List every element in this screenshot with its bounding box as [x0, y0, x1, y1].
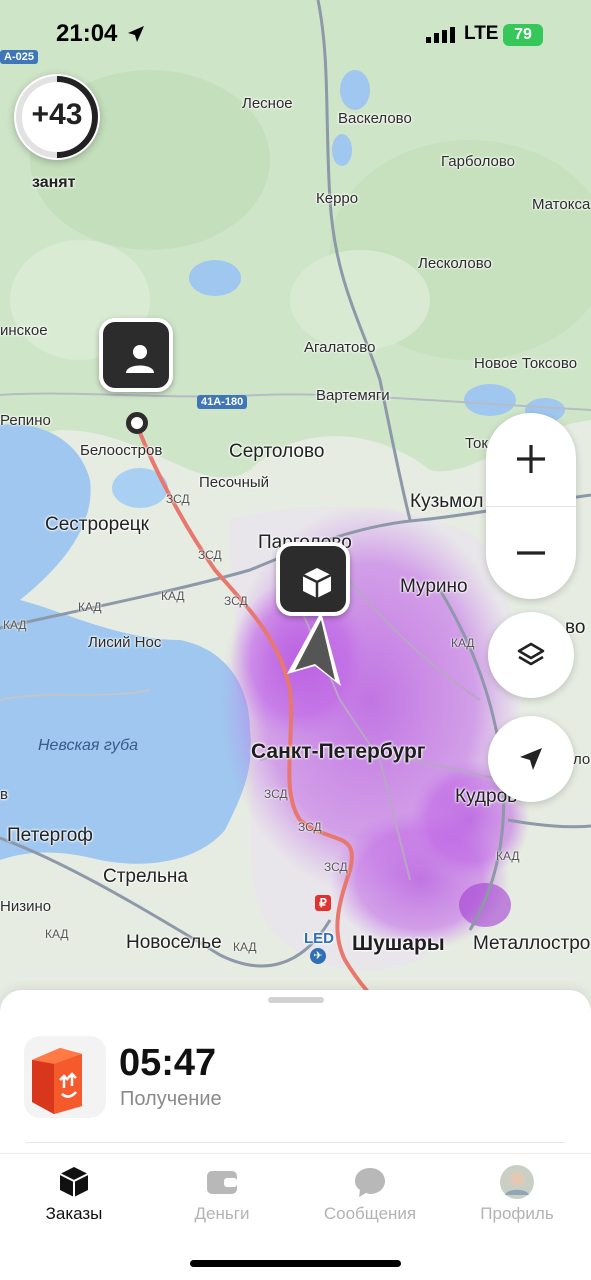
wallet-icon	[207, 1171, 237, 1194]
road-label-zsd-3: ЗСД	[224, 594, 248, 608]
layers-button[interactable]	[488, 612, 574, 698]
place-leskolovo: Лесколово	[418, 255, 492, 272]
place-peterhof: Петергоф	[7, 825, 93, 846]
road-label-kad-1: КАД	[78, 600, 102, 614]
road-label-kad-7: КАД	[496, 849, 520, 863]
tab-profile[interactable]: Профиль	[443, 1154, 591, 1234]
place-strelna: Стрельна	[103, 866, 188, 887]
parcel-box-icon	[32, 1048, 82, 1114]
order-icon	[24, 1036, 106, 1118]
plus-icon	[517, 445, 545, 473]
road-label-kad-4: КАД	[45, 927, 69, 941]
busy-counter[interactable]: +43	[14, 74, 100, 160]
road-label-zsd-6: ЗСД	[324, 860, 348, 874]
place-pesochny: Песочный	[199, 474, 270, 491]
place-edge-lo: ло	[573, 751, 591, 768]
place-shushary: Шушары	[352, 932, 445, 955]
minus-icon	[517, 551, 545, 555]
signal-icon	[426, 27, 455, 43]
bottom-sheet[interactable]: 05:47 Получение Заказы Деньги Сообщения	[0, 990, 591, 1280]
navigation-arrow-icon	[287, 612, 341, 686]
zoom-out-button[interactable]	[486, 507, 576, 599]
place-matoksa: Матокса	[532, 196, 591, 213]
place-repino: Репино	[0, 412, 51, 429]
person-icon	[126, 345, 154, 373]
place-novoselye: Новоселье	[126, 932, 222, 953]
place-sestroretsk: Сестрорецк	[45, 514, 149, 535]
road-shield-41a180: 41А-180	[197, 395, 248, 409]
tab-bar: Заказы Деньги Сообщения Профиль	[0, 1154, 591, 1234]
road-label-kad-2: КАД	[161, 589, 185, 603]
place-garbolovo: Гарболово	[441, 153, 515, 170]
place-spb: Санкт-Петербург	[251, 740, 426, 763]
divider	[26, 1142, 565, 1143]
place-sertolovo: Сертолово	[229, 441, 325, 462]
road-label-kad-6: КАД	[451, 636, 475, 650]
road-label-zsd-4: ЗСД	[264, 787, 288, 801]
tab-money[interactable]: Деньги	[148, 1154, 296, 1234]
road-label-zsd-5: ЗСД	[298, 820, 322, 834]
busy-label: занят	[32, 174, 76, 191]
busy-value: +43	[31, 98, 83, 131]
driver-marker-pin	[126, 412, 148, 434]
tab-money-label: Деньги	[194, 1204, 250, 1223]
place-tok: Ток	[465, 435, 488, 452]
road-label-kad-3: КАД	[3, 618, 27, 632]
place-nizino: Низино	[0, 898, 52, 915]
place-kuzmolovsky: Кузьмол	[410, 491, 484, 512]
box-icon	[59, 1167, 89, 1197]
driver-marker[interactable]	[99, 318, 173, 392]
status-bar: 21:04 LTE 79	[0, 0, 591, 70]
zoom-controls	[486, 413, 576, 599]
box-icon	[302, 568, 332, 598]
order-status: Получение	[120, 1088, 222, 1110]
sheet-handle[interactable]	[268, 997, 324, 1003]
place-metallostroy: Металлостро	[473, 933, 591, 954]
tab-orders-label: Заказы	[45, 1204, 103, 1223]
chat-bubble-icon	[355, 1168, 385, 1197]
place-vaskelovo: Васкелово	[338, 110, 412, 127]
place-edge-v: в	[0, 786, 8, 803]
place-kerro: Керро	[316, 190, 359, 207]
airport-icon: ✈	[310, 948, 326, 964]
place-vartemyagi: Вартемяги	[316, 387, 390, 404]
road-label-zsd-2: ЗСД	[198, 548, 222, 562]
place-nskoe: инское	[0, 322, 48, 339]
tab-messages-label: Сообщения	[323, 1204, 417, 1223]
map[interactable]: Лесное Васкелово Гарболово Керро Матокса…	[0, 0, 591, 1010]
place-murino: Мурино	[400, 576, 468, 597]
avatar	[500, 1165, 534, 1199]
network-type: LTE	[464, 23, 499, 44]
tab-messages[interactable]: Сообщения	[296, 1154, 444, 1234]
battery-icon: 79	[503, 24, 543, 46]
road-label-kad-5: КАД	[233, 940, 257, 954]
road-label-zsd-1: ЗСД	[166, 492, 190, 506]
order-timer: 05:47	[119, 1042, 217, 1084]
layers-icon	[517, 642, 545, 666]
locate-me-button[interactable]	[488, 716, 574, 802]
tab-orders[interactable]: Заказы	[0, 1154, 148, 1234]
order-marker[interactable]	[276, 542, 350, 616]
clock: 21:04	[56, 20, 118, 47]
place-lisy-nos: Лисий Нос	[88, 634, 162, 651]
navigation-icon	[520, 748, 542, 770]
place-led: LED	[304, 930, 334, 947]
battery-level: 79	[514, 26, 532, 43]
place-beloostrov: Белоостров	[80, 442, 163, 459]
home-indicator	[190, 1260, 401, 1267]
metro-icon: ₽	[315, 895, 331, 911]
tab-profile-label: Профиль	[480, 1204, 554, 1223]
zoom-in-button[interactable]	[486, 413, 576, 505]
place-agalatovo: Агалатово	[304, 339, 376, 356]
place-novoe-toksovo: Новое Токсово	[474, 355, 578, 372]
place-nevskaya-guba: Невская губа	[38, 737, 139, 754]
place-lesnoe: Лесное	[242, 95, 293, 112]
location-arrow-icon	[128, 26, 144, 42]
